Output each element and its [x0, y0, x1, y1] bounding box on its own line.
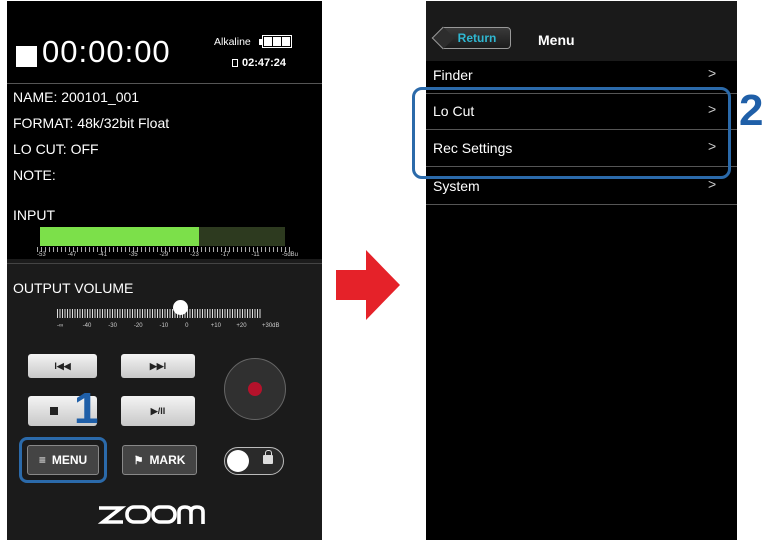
input-label: INPUT [13, 207, 55, 223]
output-scale-label: +20 [236, 323, 247, 329]
output-volume-knob[interactable] [173, 300, 188, 315]
timecode: 00:00:00 [42, 34, 171, 69]
input-scale-label: -47 [67, 252, 77, 258]
output-volume-label: OUTPUT VOLUME [13, 280, 134, 296]
skip-back-icon: I◀◀ [54, 360, 71, 371]
file-name: NAME: 200101_001 [13, 89, 140, 105]
input-scale-label: -23 [190, 252, 199, 258]
lock-icon [263, 450, 273, 464]
output-scale-label: -∞ [57, 323, 64, 329]
remaining-time: 02:47:24 [242, 57, 287, 69]
input-meter [40, 227, 285, 246]
lock-toggle[interactable] [224, 447, 284, 475]
return-label: Return [457, 31, 497, 45]
output-scale-label: 0 [185, 323, 189, 329]
menu-button-label: MENU [51, 453, 88, 467]
flag-icon: ⚑ [133, 454, 144, 467]
rewind-button[interactable]: I◀◀ [28, 354, 97, 378]
record-button[interactable] [224, 358, 286, 420]
format-label: FORMAT: [13, 115, 74, 131]
menu-item-label: System [433, 178, 480, 194]
locut-status: LO CUT: OFF [13, 141, 99, 157]
input-scale-label: -41 [98, 252, 107, 258]
divider [7, 263, 322, 264]
stop-icon [49, 407, 58, 415]
play-pause-button[interactable]: ▶/II [121, 396, 195, 426]
play-pause-label: ▶/II [150, 405, 166, 416]
input-scale: -53 -47 -41 -35 -29 -23 -17 -11 -5dBu [37, 247, 298, 259]
fast-forward-button[interactable]: ▶▶I [121, 354, 195, 378]
hamburger-icon: ≡ [38, 453, 46, 467]
battery-type: Alkaline [214, 36, 251, 48]
output-scale-label: -10 [159, 323, 169, 329]
arrow-right-icon [336, 250, 400, 320]
step-2-callout: 2 [739, 86, 764, 135]
stop-status-icon [16, 46, 37, 67]
battery-icon [259, 35, 292, 48]
input-scale-label: -29 [159, 252, 169, 258]
input-scale-label: -11 [251, 252, 260, 258]
format-value: 48k/32bit Float [77, 115, 170, 131]
skip-forward-icon: ▶▶I [149, 360, 167, 371]
input-scale-label: -35 [128, 252, 138, 258]
mark-button-label: MARK [149, 453, 186, 467]
output-scale-label: -40 [82, 323, 92, 329]
output-scale-label: -20 [133, 323, 143, 329]
step-1-callout: 1 [74, 384, 99, 433]
output-scale-label: -30 [108, 323, 117, 329]
chevron-right-icon: > [708, 65, 717, 81]
input-meter-fill [40, 227, 200, 246]
mark-button[interactable]: ⚑ MARK [122, 445, 197, 475]
return-button[interactable]: Return [443, 27, 511, 49]
input-scale-label: -53 [37, 252, 46, 258]
note-field[interactable]: NOTE: [13, 167, 56, 183]
menu-item-label: Finder [433, 67, 473, 83]
recorder-screen: 00:00:00 Alkaline 02:47:24 NAME: 200101_… [7, 1, 322, 540]
output-volume-slider[interactable] [57, 309, 262, 318]
divider [7, 83, 322, 84]
menu-items-highlight [412, 87, 731, 179]
output-scale-label: +10 [210, 323, 221, 329]
sd-card-icon [232, 59, 238, 67]
input-scale-label: -17 [220, 252, 230, 258]
toggle-knob [227, 450, 249, 472]
zoom-logo [97, 504, 212, 533]
output-scale-label: +30dB [262, 323, 280, 329]
menu-button[interactable]: ≡ MENU [27, 445, 99, 475]
format-row: FORMAT: 48k/32bit Float [13, 115, 169, 131]
menu-screen: Return Menu Finder > Lo Cut > Rec Settin… [426, 1, 737, 540]
input-scale-label: -5dBu [282, 252, 299, 258]
menu-title: Menu [538, 32, 575, 48]
